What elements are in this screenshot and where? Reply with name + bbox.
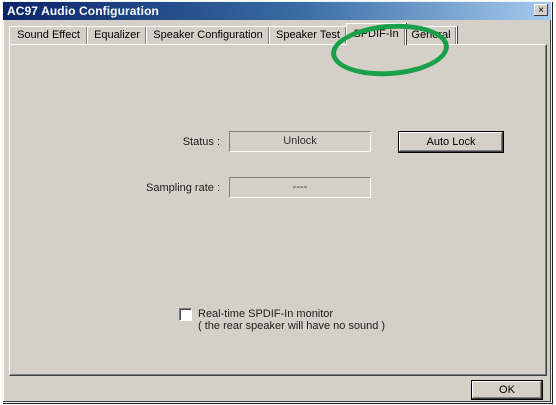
status-label: Status : [182, 136, 220, 148]
tab-speaker-test[interactable]: Speaker Test [269, 26, 347, 44]
tab-equalizer[interactable]: Equalizer [87, 26, 147, 44]
title-bar[interactable]: AC97 Audio Configuration × [3, 2, 551, 20]
realtime-monitor-label: Real-time SPDIF-In monitor [198, 308, 334, 320]
status-value-field: Unlock [229, 131, 371, 152]
close-button[interactable]: × [534, 4, 548, 16]
tab-general[interactable]: General [405, 26, 457, 44]
auto-lock-button[interactable]: Auto Lock [398, 131, 504, 153]
spdif-in-panel: Status : Unlock Auto Lock Sampling rate … [9, 44, 547, 376]
close-icon: × [538, 4, 544, 16]
realtime-monitor-note: ( the rear speaker will have no sound ) [198, 320, 386, 332]
realtime-monitor-checkbox[interactable] [179, 308, 192, 321]
tab-sound-effect[interactable]: Sound Effect [9, 26, 88, 44]
ac97-config-window: AC97 Audio Configuration × Sound Effect … [2, 1, 552, 403]
sampling-rate-label: Sampling rate : [146, 182, 220, 194]
window-title: AC97 Audio Configuration [7, 4, 159, 18]
tab-speaker-configuration[interactable]: Speaker Configuration [146, 26, 270, 44]
ok-button[interactable]: OK [471, 380, 543, 400]
sampling-rate-field: ---- [229, 177, 371, 198]
tab-spdif-in[interactable]: SPDIF-In [346, 23, 406, 45]
